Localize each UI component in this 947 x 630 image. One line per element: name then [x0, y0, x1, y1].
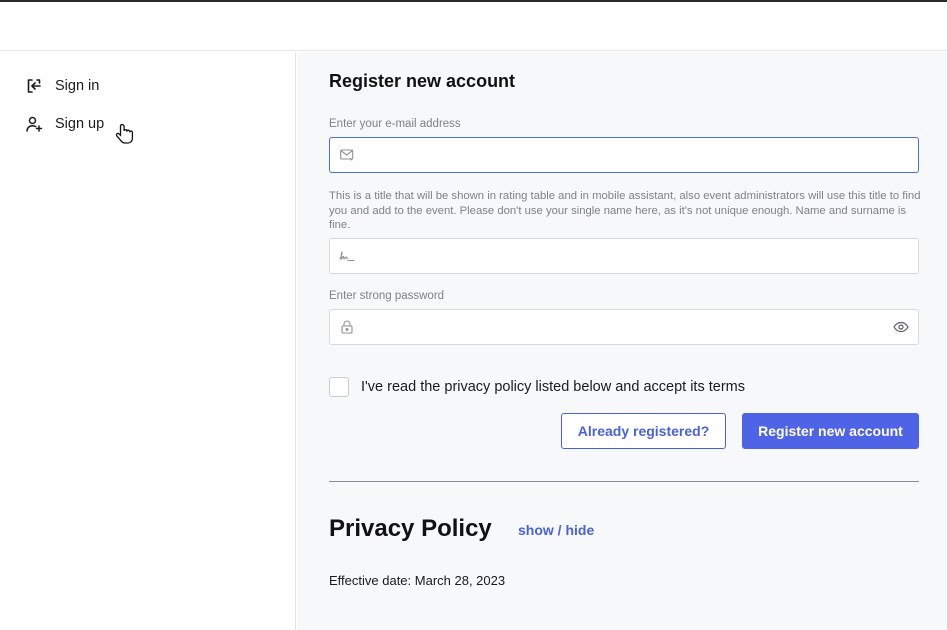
terms-row: I've read the privacy policy listed belo…	[329, 377, 745, 397]
sign-in-icon	[24, 76, 44, 96]
lock-icon	[330, 310, 364, 344]
mail-icon	[330, 138, 364, 172]
register-panel: Register new account Enter your e-mail a…	[297, 52, 947, 630]
privacy-toggle-link[interactable]: show / hide	[518, 522, 594, 538]
already-registered-button[interactable]: Already registered?	[561, 413, 726, 449]
signature-icon	[330, 239, 364, 273]
email-label: Enter your e-mail address	[329, 118, 461, 130]
email-field[interactable]	[329, 137, 919, 173]
display-name-input[interactable]	[364, 241, 918, 271]
password-input[interactable]	[364, 312, 884, 342]
sidebar-item-sign-in[interactable]: Sign in	[24, 74, 99, 98]
email-input[interactable]	[364, 140, 918, 170]
password-field[interactable]	[329, 309, 919, 345]
terms-label[interactable]: I've read the privacy policy listed belo…	[361, 379, 745, 395]
sidebar-item-label: Sign up	[55, 116, 105, 132]
sidebar: Sign in Sign up	[0, 52, 296, 630]
divider	[329, 481, 919, 482]
sidebar-item-sign-up[interactable]: Sign up	[24, 112, 104, 136]
eye-icon[interactable]	[884, 310, 918, 344]
user-plus-icon	[24, 114, 44, 134]
name-hint: This is a title that will be shown in ra…	[329, 190, 921, 231]
sidebar-item-label: Sign in	[55, 78, 100, 94]
password-label: Enter strong password	[329, 290, 445, 302]
display-name-field[interactable]	[329, 238, 919, 274]
terms-checkbox[interactable]	[329, 377, 349, 397]
effective-date: Effective date: March 28, 2023	[329, 573, 506, 588]
top-header-bar	[0, 2, 947, 51]
privacy-policy-title: Privacy Policy	[329, 515, 492, 542]
page-title: Register new account	[329, 71, 516, 91]
hand-cursor-icon	[115, 123, 134, 145]
register-button[interactable]: Register new account	[742, 413, 919, 449]
